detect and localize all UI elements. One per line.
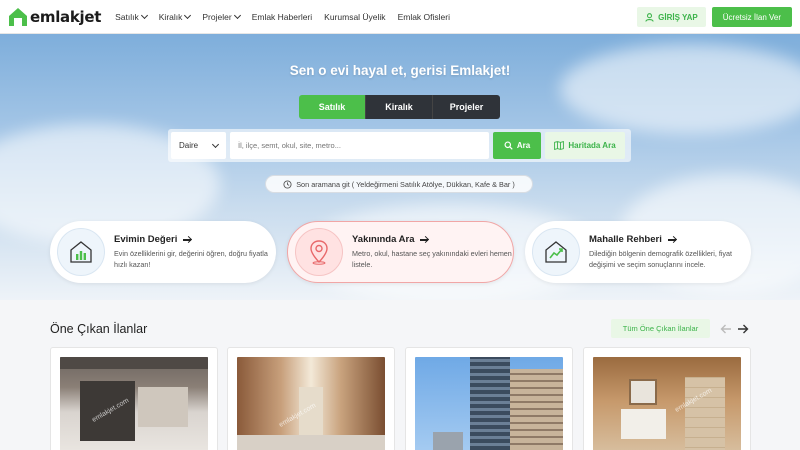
logo-text: emlakjet (30, 7, 102, 26)
logo-house-icon (9, 7, 27, 26)
listing-photo-corridor: emlakjet.com (237, 357, 385, 450)
chart-trend-icon (532, 228, 580, 276)
feature-card-title: Yakınında Ara (352, 234, 512, 245)
nav-item-satilik[interactable]: Satılık (115, 11, 148, 22)
listing-card[interactable] (405, 347, 573, 450)
feature-title-text: Mahalle Rehberi (589, 234, 662, 246)
post-listing-label: Ücretsiz İlan Ver (722, 12, 781, 22)
listing-card[interactable]: emlakjet.com (50, 347, 218, 450)
listing-card[interactable]: emlakjet.com (227, 347, 395, 450)
listing-type-tabs: Satılık Kiralık Projeler (299, 95, 500, 119)
feature-card-mahalle-rehberi[interactable]: Mahalle Rehberi Dilediğin bölgenin demog… (525, 221, 751, 283)
arrow-right-icon (667, 235, 677, 244)
arrow-right-icon (183, 235, 192, 244)
tab-satilik[interactable]: Satılık (299, 95, 366, 119)
header-actions: GİRİŞ YAP Ücretsiz İlan Ver (637, 7, 792, 27)
feature-title-text: Yakınında Ara (352, 234, 415, 246)
nav-label: Emlak Haberleri (251, 11, 313, 22)
chevron-down-icon (233, 11, 241, 19)
nav-label: Projeler (202, 11, 232, 22)
feature-card-desc: Evin özelliklerini gir, değerini öğren, … (114, 249, 268, 269)
history-icon (283, 179, 292, 189)
tab-projeler[interactable]: Projeler (433, 95, 500, 119)
arrow-left-icon[interactable] (720, 323, 732, 335)
nav-item-emlak-ofisleri[interactable]: Emlak Ofisleri (398, 12, 450, 22)
search-input[interactable] (230, 132, 489, 159)
feature-card-evimin-degeri[interactable]: Evimin Değeri Evin özelliklerini gir, de… (50, 221, 276, 283)
search-bar: Daire Ara Haritada Ara (168, 129, 631, 162)
section-title: Öne Çıkan İlanlar (50, 322, 148, 336)
feature-card-body: Mahalle Rehberi Dilediğin bölgenin demog… (589, 234, 749, 269)
recent-search-pill[interactable]: Son aramana git ( Yeldeğirmeni Satılık A… (265, 175, 533, 193)
map-search-label: Haritada Ara (568, 141, 616, 150)
nav-label: Kiralık (158, 11, 183, 22)
post-listing-button[interactable]: Ücretsiz İlan Ver (711, 7, 792, 27)
feature-card-body: Evimin Değeri Evin özelliklerini gir, de… (114, 234, 274, 269)
cloud-decoration (560, 44, 800, 134)
arrow-right-icon (420, 235, 429, 244)
map-icon (554, 141, 565, 150)
nav-label: Kurumsal Üyelik (324, 11, 386, 22)
nav-item-kiralik[interactable]: Kiralık (158, 11, 192, 22)
feature-card-yakininda-ara[interactable]: Yakınında Ara Metro, okul, hastane seç y… (287, 221, 514, 283)
feature-card-desc: Metro, okul, hastane seç yakınındaki evl… (352, 249, 512, 269)
property-type-value: Daire (179, 141, 199, 150)
nav-label: Satılık (115, 11, 139, 22)
arrow-right-icon[interactable] (737, 323, 749, 335)
chevron-down-icon (140, 11, 148, 19)
nav-item-kurumsal-uyelik[interactable]: Kurumsal Üyelik (324, 12, 385, 22)
feature-card-title: Evimin Değeri (114, 234, 274, 245)
search-label: Ara (516, 141, 531, 150)
map-search-button[interactable]: Haritada Ara (545, 132, 625, 159)
listing-photo-building (415, 357, 563, 450)
chevron-down-icon (184, 11, 192, 19)
main-nav: Satılık Kiralık Projeler Emlak Haberleri… (115, 11, 450, 22)
top-header: emlakjet Satılık Kiralık Projeler Emlak … (0, 0, 800, 34)
listing-card[interactable]: emlakjet.com (583, 347, 751, 450)
feature-title-text: Evimin Değeri (114, 234, 178, 246)
location-pin-icon (295, 228, 343, 276)
tab-kiralik[interactable]: Kiralık (366, 95, 433, 119)
search-icon (504, 141, 513, 150)
listing-photo-bathroom: emlakjet.com (593, 357, 741, 450)
login-button[interactable]: GİRİŞ YAP (637, 7, 706, 27)
listing-photo-kitchen: emlakjet.com (60, 357, 208, 450)
feature-card-desc: Dilediğin bölgenin demografik özellikler… (589, 249, 733, 269)
feature-card-body: Yakınında Ara Metro, okul, hastane seç y… (352, 234, 512, 269)
nav-item-projeler[interactable]: Projeler (202, 11, 241, 22)
nav-label: Emlak Ofisleri (397, 11, 450, 22)
hero-title: Sen o evi hayal et, gerisi Emlakjet! (289, 63, 511, 78)
user-icon (645, 12, 654, 22)
house-value-icon (57, 228, 105, 276)
property-type-select[interactable]: Daire (171, 132, 226, 159)
logo[interactable]: emlakjet (8, 7, 101, 27)
recent-search-text: Son aramana git ( Yeldeğirmeni Satılık A… (296, 179, 515, 189)
feature-card-title: Mahalle Rehberi (589, 234, 749, 245)
nav-item-emlak-haberleri[interactable]: Emlak Haberleri (252, 12, 312, 22)
chevron-down-icon (211, 140, 220, 148)
login-label: GİRİŞ YAP (658, 12, 698, 22)
all-featured-button[interactable]: Tüm Öne Çıkan İlanlar (611, 319, 710, 338)
search-button[interactable]: Ara (493, 132, 541, 159)
